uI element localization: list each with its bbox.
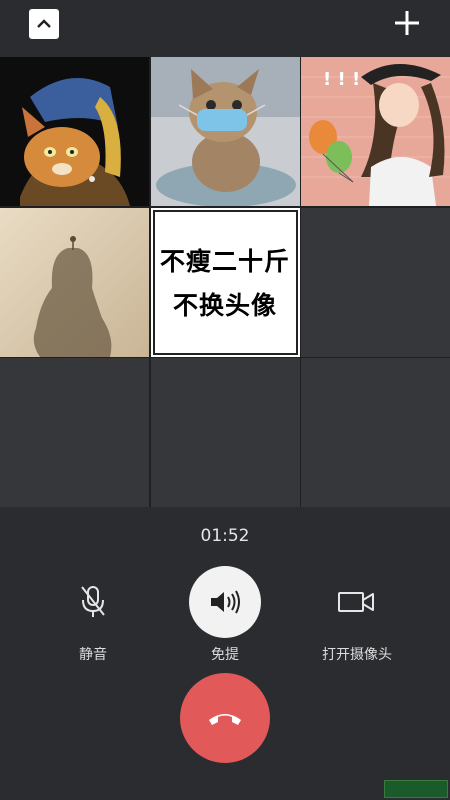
- avatar-girl-balloons: ! ! !: [301, 57, 450, 206]
- speaker-icon: [211, 590, 240, 614]
- participant-tile[interactable]: 不瘦二十斤 不换头像: [150, 207, 300, 357]
- microphone-muted-icon: [81, 586, 105, 617]
- mute-button[interactable]: 静音: [28, 566, 158, 664]
- participant-tile[interactable]: [150, 57, 300, 206]
- collapse-button[interactable]: [29, 9, 59, 39]
- plus-icon: [395, 11, 419, 35]
- text-avatar-line-2: 不换头像: [172, 291, 277, 320]
- speaker-button[interactable]: 免提: [160, 566, 290, 664]
- chevron-up-icon: [37, 19, 51, 28]
- camera-button[interactable]: 打开摄像头: [292, 566, 422, 664]
- text-avatar-line-1: 不瘦二十斤: [159, 247, 290, 276]
- call-timer: 01:52: [200, 526, 250, 546]
- participant-grid: ! ! ! 不瘦二十斤 不换头像: [0, 57, 450, 507]
- svg-text:! ! !: ! ! !: [323, 69, 360, 90]
- empty-tile: [0, 358, 149, 507]
- avatar-shadow-silhouette: [0, 207, 149, 357]
- empty-tile: [150, 358, 300, 507]
- phone-hangup-icon: [209, 714, 241, 725]
- avatar-kitten-mask: [150, 57, 300, 206]
- empty-tile: [301, 207, 450, 357]
- participant-tile[interactable]: ! ! !: [301, 57, 450, 206]
- hangup-button[interactable]: [180, 673, 270, 763]
- empty-tile: [301, 358, 450, 507]
- speaker-label: 免提: [211, 647, 239, 663]
- text-avatar: 不瘦二十斤 不换头像: [152, 209, 298, 355]
- add-participant-button[interactable]: [392, 8, 422, 38]
- video-camera-icon: [338, 592, 374, 612]
- camera-label: 打开摄像头: [322, 647, 392, 663]
- participant-tile[interactable]: [0, 207, 149, 357]
- watermark-logo: [384, 780, 448, 798]
- participant-tile[interactable]: [0, 57, 149, 206]
- avatar-cat-painting: [0, 57, 149, 206]
- top-bar: [0, 0, 450, 52]
- mute-label: 静音: [79, 647, 107, 663]
